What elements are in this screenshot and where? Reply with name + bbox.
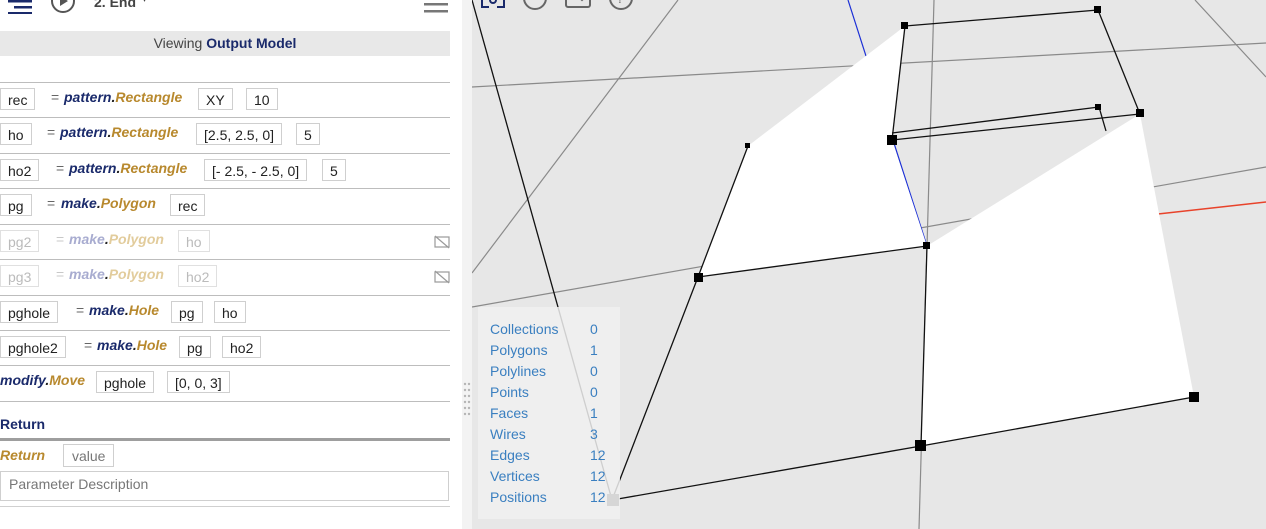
equals-sign: =: [56, 231, 65, 247]
play-icon[interactable]: [50, 0, 76, 17]
viewing-prefix: Viewing: [153, 35, 203, 51]
equals-sign: =: [51, 89, 60, 105]
argument-input[interactable]: 5: [322, 159, 346, 181]
stat-value: 3: [590, 426, 598, 442]
variable-input[interactable]: pg3: [0, 265, 40, 287]
procedure-line[interactable]: ho2 = pattern.Rectangle [- 2.5, - 2.5, 0…: [0, 153, 450, 189]
function-call: make.Hole: [89, 302, 160, 318]
argument-input[interactable]: XY: [198, 88, 233, 110]
stat-value: 1: [590, 405, 598, 421]
procedure-line-disabled[interactable]: pg3 = make.Polygon ho2: [0, 259, 450, 295]
function-call: make.Hole: [97, 337, 168, 353]
equals-sign: =: [84, 337, 93, 353]
procedure-line[interactable]: pghole2 = make.Hole pg ho2: [0, 330, 450, 366]
panel-splitter[interactable]: [462, 0, 472, 529]
stat-label: Positions: [490, 489, 547, 505]
return-section-header: Return: [0, 401, 450, 441]
function-call: make.Polygon: [69, 266, 164, 282]
flowchart-node-title[interactable]: 2. End: [94, 0, 136, 10]
equals-sign: =: [56, 266, 65, 282]
circle-icon: [523, 0, 547, 10]
procedure-line[interactable]: pghole = make.Hole pg ho: [0, 295, 450, 331]
procedure-line[interactable]: pg = make.Polygon rec: [0, 188, 450, 224]
model-stats-panel: Collections 0 Polygons 1 Polylines 0 Poi…: [478, 307, 620, 519]
hamburger-icon[interactable]: [424, 0, 448, 17]
stat-label: Polylines: [490, 363, 547, 379]
stat-label: Points: [490, 384, 529, 400]
viewing-model[interactable]: Output Model: [206, 35, 296, 51]
stat-label: Wires: [490, 426, 526, 442]
stat-label: Polygons: [490, 342, 548, 358]
stat-label: Faces: [490, 405, 529, 421]
function-call: make.Polygon: [69, 231, 164, 247]
variable-input[interactable]: ho2: [0, 159, 40, 181]
variable-input[interactable]: pghole: [0, 301, 59, 323]
stat-value: 0: [590, 363, 598, 379]
parameter-description-input[interactable]: Parameter Description: [0, 471, 449, 501]
equals-sign: =: [56, 160, 65, 176]
argument-input[interactable]: 10: [246, 88, 278, 110]
stat-label: Vertices: [490, 468, 540, 484]
argument-input[interactable]: [2.5, 2.5, 0]: [196, 123, 283, 145]
function-call: pattern.Rectangle: [60, 124, 179, 140]
equals-sign: =: [76, 302, 85, 318]
equals-sign: =: [47, 124, 56, 140]
function-call: pattern.Rectangle: [69, 160, 188, 176]
function-call: modify.Move: [0, 372, 86, 388]
help-icon: ?: [609, 0, 633, 10]
argument-input[interactable]: pghole: [96, 371, 155, 393]
hidden-icon[interactable]: [434, 235, 450, 252]
screenshot-icon: [565, 0, 591, 8]
stat-value: 1: [590, 342, 598, 358]
argument-input[interactable]: 5: [296, 123, 320, 145]
divider: [0, 506, 450, 507]
focus-icon: [481, 0, 505, 8]
return-keyword: Return: [0, 447, 46, 463]
return-line[interactable]: Return value: [0, 444, 450, 469]
function-call: pattern.Rectangle: [64, 89, 183, 105]
argument-input[interactable]: rec: [170, 194, 206, 216]
argument-input[interactable]: pg: [179, 336, 211, 358]
procedure-line-disabled[interactable]: pg2 = make.Polygon ho: [0, 224, 450, 260]
variable-input[interactable]: ho: [0, 123, 32, 145]
stat-label: Collections: [490, 321, 559, 337]
variable-input[interactable]: rec: [0, 88, 36, 110]
top-toolbar: 2. End ▾: [0, 0, 462, 14]
stat-value: 12: [590, 447, 606, 463]
stat-value: 12: [590, 489, 606, 505]
face-left: [698, 26, 927, 277]
menu-icon[interactable]: [8, 0, 32, 17]
stat-label: Edges: [490, 447, 530, 463]
stat-value: 12: [590, 468, 606, 484]
procedure-line[interactable]: rec = pattern.Rectangle XY 10: [0, 82, 450, 118]
stat-value: 0: [590, 321, 598, 337]
stat-value: 0: [590, 384, 598, 400]
return-value-input[interactable]: value: [63, 444, 115, 467]
drag-handle-icon[interactable]: [462, 380, 472, 423]
chevron-down-icon[interactable]: ▾: [142, 0, 147, 5]
function-call: make.Polygon: [61, 195, 156, 211]
variable-input[interactable]: pghole2: [0, 336, 66, 358]
hidden-icon[interactable]: [434, 270, 450, 287]
variable-input[interactable]: pg: [0, 194, 32, 216]
procedure-line[interactable]: modify.Move pghole [0, 0, 3]: [0, 365, 450, 401]
x-axis: [1157, 201, 1266, 215]
equals-sign: =: [47, 195, 56, 211]
argument-input[interactable]: ho: [214, 301, 246, 323]
argument-input[interactable]: ho2: [178, 265, 218, 287]
svg-text:?: ?: [617, 0, 623, 6]
argument-input[interactable]: [0, 0, 3]: [167, 371, 230, 393]
argument-input[interactable]: [- 2.5, - 2.5, 0]: [204, 159, 308, 181]
procedure-panel: 2. End ▾ Viewing Output Model rec = patt…: [0, 0, 462, 529]
argument-input[interactable]: ho: [178, 230, 210, 252]
argument-input[interactable]: ho2: [222, 336, 262, 358]
procedure-line[interactable]: ho = pattern.Rectangle [2.5, 2.5, 0] 5: [0, 117, 450, 153]
argument-input[interactable]: pg: [171, 301, 203, 323]
viewing-banner: Viewing Output Model: [0, 31, 450, 56]
variable-input[interactable]: pg2: [0, 230, 40, 252]
face-right: [921, 114, 1194, 446]
return-heading: Return: [0, 416, 46, 432]
